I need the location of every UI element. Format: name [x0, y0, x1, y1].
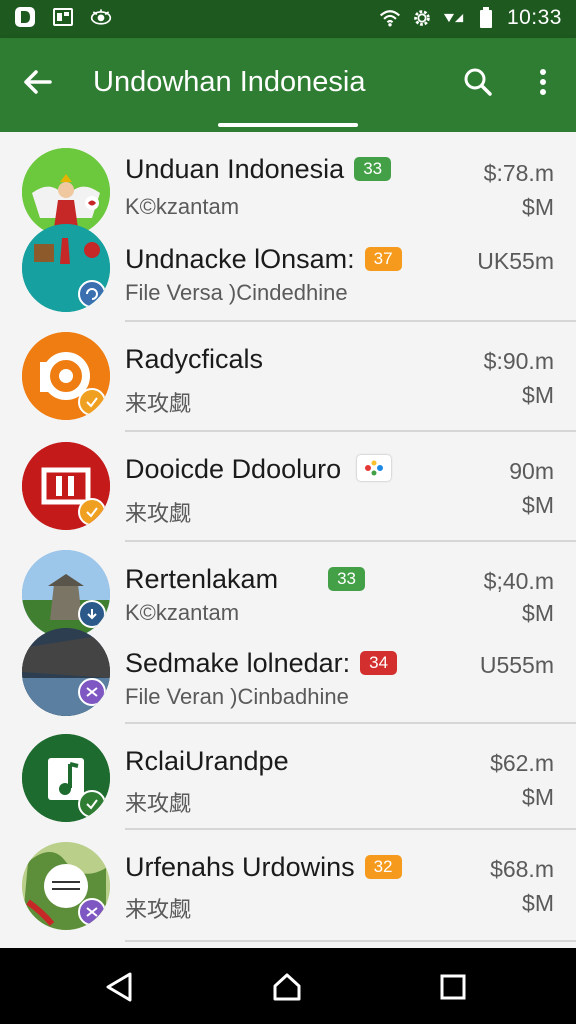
item-name: Unduan Indonesia [125, 154, 345, 184]
dots-icon [356, 455, 391, 481]
sync-icon [78, 280, 106, 308]
app-avatar[interactable] [22, 332, 110, 420]
item-subtitle: File Versa )Cindedhine [125, 280, 348, 305]
settings-icon [411, 7, 433, 29]
count-badge: 33 [328, 567, 365, 591]
list-item: Urfenahs Urdowins 32 [125, 852, 402, 883]
list-item[interactable]: Sedmake lolnedar: 34 [125, 648, 398, 679]
photo-icon [52, 6, 74, 28]
count-badge: 34 [360, 651, 398, 675]
item-unit: $M [522, 600, 554, 626]
shuffle-icon [78, 678, 106, 706]
item-name: Dooicde Ddooluro [125, 454, 342, 484]
item-subtitle: File Veran )Cinbadhine [125, 684, 349, 709]
item-size: $;40.m [483, 568, 554, 594]
app-avatar[interactable] [22, 224, 110, 312]
item-size: $62.m [490, 750, 554, 776]
app-avatar[interactable] [22, 550, 110, 638]
navigation-bar [0, 948, 576, 1024]
item-subtitle: 来攻觑 [125, 501, 192, 526]
check-icon [78, 498, 106, 526]
app-bar: Undowhan Indonesia [0, 38, 576, 132]
item-unit: $M [522, 382, 554, 408]
app-avatar[interactable] [22, 734, 110, 822]
download-icon [78, 600, 106, 628]
item-name: RclaiUrandpe [125, 746, 289, 776]
item-unit: $M [522, 784, 554, 810]
divider [125, 940, 576, 942]
item-name: Radycficals [125, 344, 264, 374]
list-item[interactable]: Unduan Indonesia 33 [125, 154, 392, 185]
list-item: Dooicde Ddooluro [125, 454, 391, 485]
tab-indicator [218, 123, 358, 127]
list-group-2: Rertenlakam 33 K©kzantam $;40.m $M Sedmak… [0, 542, 576, 724]
wifi-icon [379, 7, 401, 29]
back-arrow-icon[interactable] [20, 64, 56, 100]
app-avatar[interactable] [22, 148, 110, 236]
status-time: 10:33 [506, 6, 562, 29]
search-icon[interactable] [460, 64, 496, 100]
count-badge: 33 [354, 157, 392, 181]
item-unit: $M [522, 492, 554, 518]
check-icon [78, 388, 106, 416]
status-bar: 10:33 [0, 0, 576, 38]
item-subtitle: 来攻觑 [125, 391, 192, 416]
app-list: Unduan Indonesia 33 K©kzantam $:78.m $M U… [0, 132, 576, 948]
count-badge: 37 [364, 247, 402, 271]
check-icon [78, 790, 106, 818]
list-item[interactable]: Rertenlakam 33 [125, 564, 365, 595]
item-size: U555m [479, 652, 554, 678]
item-unit: $M [522, 890, 554, 916]
item-size: 90m [509, 458, 554, 484]
list-group-1: Unduan Indonesia 33 K©kzantam $:78.m $M U… [0, 132, 576, 322]
shuffle-icon [78, 898, 106, 926]
list-item[interactable]: Undnacke lOnsam: 37 [125, 244, 402, 275]
item-size: UK55m [477, 248, 554, 274]
app-avatar[interactable] [22, 628, 110, 716]
item-size: $:78.m [483, 160, 554, 186]
d-app-icon [14, 6, 36, 28]
item-name: Undnacke lOnsam: [125, 244, 355, 274]
back-triangle-icon[interactable] [102, 970, 136, 1004]
app-avatar[interactable] [22, 842, 110, 930]
item-unit: $M [522, 194, 554, 220]
item-subtitle: K©kzantam [125, 600, 240, 625]
item-name: Urfenahs Urdowins [125, 852, 355, 882]
item-size: $:90.m [483, 348, 554, 374]
eye-icon [90, 6, 112, 28]
list-item[interactable]: RclaiUrandpe 来攻觑 $62.m $M [0, 724, 576, 830]
item-size: $68.m [490, 856, 554, 882]
count-badge: 32 [364, 855, 402, 879]
home-icon[interactable] [270, 970, 304, 1004]
item-subtitle: K©kzantam [125, 194, 240, 219]
signal-icon [443, 7, 465, 29]
item-subtitle: 来攻觑 [125, 791, 192, 816]
app-avatar[interactable] [22, 442, 110, 530]
page-title: Undowhan Indonesia [93, 66, 366, 98]
list-item[interactable]: Urfenahs Urdowins 32 来攻觑 $68.m $M [0, 830, 576, 944]
item-subtitle: 来攻觑 [125, 897, 192, 922]
item-name: Sedmake lolnedar: [125, 648, 351, 678]
item-name: Rertenlakam [125, 564, 279, 594]
battery-icon [475, 7, 497, 29]
more-options-icon[interactable] [526, 64, 560, 100]
list-item[interactable]: Radycficals 来攻觑 $:90.m $M [0, 322, 576, 432]
list-item[interactable]: Dooicde Ddooluro 来攻觑 90m $M [0, 432, 576, 542]
recents-icon[interactable] [436, 970, 470, 1004]
